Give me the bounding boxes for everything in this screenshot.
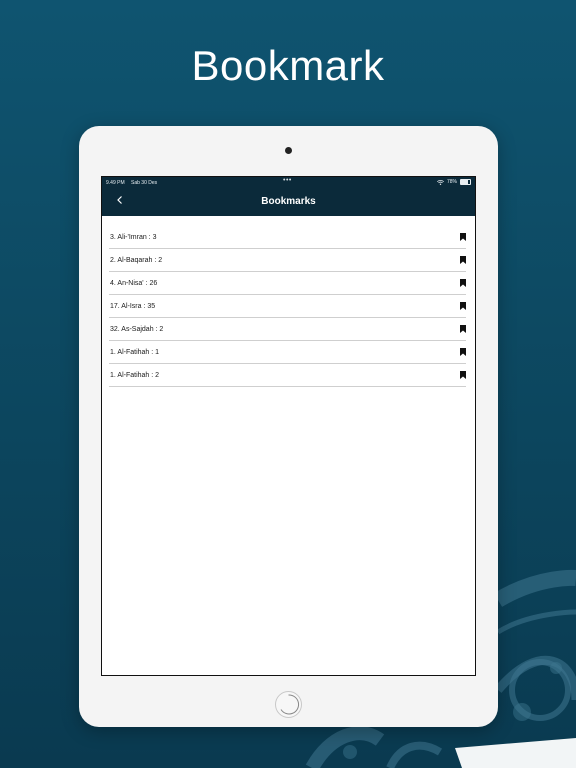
bookmark-icon[interactable]: [460, 371, 466, 379]
battery-level: [461, 180, 469, 184]
bookmark-label: 1. Al-Fatihah : 1: [110, 348, 160, 356]
multitasking-dots-icon[interactable]: •••: [283, 177, 292, 184]
bookmark-row[interactable]: 1. Al-Fatihah : 2: [109, 364, 466, 387]
bookmark-row[interactable]: 4. An-Nisa' : 26: [109, 272, 466, 295]
bookmark-icon[interactable]: [460, 233, 466, 241]
navigation-header: 9.49 PM Sab 30 Des ••• 78% Bookmarks: [102, 177, 475, 216]
bookmark-row[interactable]: 1. Al-Fatihah : 1: [109, 341, 466, 364]
bookmark-icon[interactable]: [460, 279, 466, 287]
status-time: 9.49 PM: [106, 180, 125, 186]
bookmark-icon[interactable]: [460, 325, 466, 333]
bookmark-row[interactable]: 17. Al-Isra : 35: [109, 295, 466, 318]
bookmark-label: 32. As-Sajdah : 2: [110, 325, 164, 333]
bookmark-label: 3. Ali-'Imran : 3: [110, 233, 157, 241]
tablet-frame: 9.49 PM Sab 30 Des ••• 78% Bookmarks 3. …: [79, 126, 498, 727]
status-right: 78%: [437, 179, 471, 185]
home-loading-icon: [280, 694, 300, 715]
wifi-icon: [437, 179, 444, 185]
page-headline: Bookmark: [191, 42, 385, 89]
bookmark-icon[interactable]: [460, 256, 466, 264]
front-camera: [285, 147, 292, 154]
bookmark-row[interactable]: 32. As-Sajdah : 2: [109, 318, 466, 341]
home-button[interactable]: [275, 691, 302, 718]
page-title: Bookmarks: [261, 196, 316, 207]
bookmark-label: 4. An-Nisa' : 26: [110, 279, 158, 287]
bookmark-icon[interactable]: [460, 302, 466, 310]
bookmark-row[interactable]: 3. Ali-'Imran : 3: [109, 226, 466, 249]
bookmark-icon[interactable]: [460, 348, 466, 356]
status-date: Sab 30 Des: [131, 180, 158, 186]
bookmark-label: 2. Al-Baqarah : 2: [110, 256, 163, 264]
battery-percent: 78%: [446, 179, 457, 185]
bookmark-label: 1. Al-Fatihah : 2: [110, 371, 160, 379]
bookmark-label: 17. Al-Isra : 35: [110, 302, 156, 310]
app-screen: 9.49 PM Sab 30 Des ••• 78% Bookmarks 3. …: [101, 176, 476, 676]
bookmark-list: 3. Ali-'Imran : 3 2. Al-Baqarah : 2 4. A…: [109, 226, 466, 387]
bookmark-row[interactable]: 2. Al-Baqarah : 2: [109, 249, 466, 272]
battery-icon: [460, 179, 471, 185]
